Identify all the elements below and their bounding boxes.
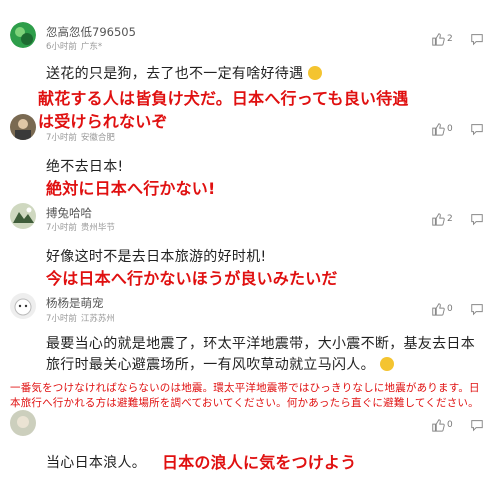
comment-text-content: 最要当心的就是地震了，环太平洋地震带，大小震不断，基友去日本旅行时最关心避震场所… (46, 336, 475, 373)
comment-location: 安徽合肥 (80, 133, 115, 143)
reply-icon[interactable] (470, 32, 484, 46)
like-button[interactable]: 2 (431, 212, 453, 226)
like-button[interactable]: 2 (431, 32, 453, 46)
comment-location: 江苏苏州 (80, 314, 115, 324)
translation: 絶対に日本へ行かない! (46, 179, 216, 198)
comment-location: 贵州毕节 (80, 223, 115, 233)
comment-text-wrap: 送花的只是狗，去了也不一定有啥好待遇 (46, 63, 323, 83)
avatar-image (10, 410, 36, 436)
thumbs-up-icon (432, 303, 445, 316)
comment-text: 送花的只是狗，去了也不一定有啥好待遇 (46, 66, 304, 82)
avatar-image (10, 293, 36, 319)
like-count: 2 (447, 34, 453, 44)
comment-text: 绝不去日本! (46, 159, 124, 175)
avatar[interactable] (10, 22, 36, 48)
like-count: 2 (447, 214, 453, 224)
comment-meta: 7小时前 安徽合肥 (46, 131, 115, 143)
grin-emoji-icon (308, 66, 323, 80)
avatar[interactable] (10, 203, 36, 229)
translation: 今は日本へ行かないほうが良いみたいだ (46, 269, 338, 288)
thumbs-up-icon (432, 419, 445, 432)
translation: 日本の浪人に気をつけよう (162, 453, 357, 472)
comment-text: 当心日本浪人。 (46, 455, 147, 471)
comment-time: 7小时前 (46, 223, 77, 233)
comment-time: 7小时前 (46, 314, 77, 324)
translation: 一番気をつけなければならないのは地震。環太平洋地震帯ではひっきりなしに地震があり… (10, 382, 480, 409)
avatar-image (10, 114, 36, 140)
like-button[interactable]: 0 (431, 122, 453, 136)
comment-meta: 7小时前 贵州毕节 (46, 221, 115, 233)
grin-emoji-icon (379, 357, 394, 371)
thumbs-up-icon (432, 123, 445, 136)
like-count: 0 (447, 420, 453, 430)
like-count: 0 (447, 124, 453, 134)
avatar[interactable] (10, 293, 36, 319)
comment-meta: 6小时前 广东* (46, 40, 102, 52)
reply-icon[interactable] (470, 418, 484, 432)
translation-line-1: 献花する人は皆負け犬だ。日本へ行っても良い待遇 (38, 89, 409, 108)
thumbs-up-icon (432, 33, 445, 46)
like-button[interactable]: 0 (431, 418, 453, 432)
reply-icon[interactable] (470, 302, 484, 316)
translation-line-2: は受けられないぞ (38, 112, 168, 131)
comment-text: 好像这时不是去日本旅游的好时机! (46, 249, 267, 265)
comment-time: 6小时前 (46, 42, 77, 52)
avatar[interactable] (10, 410, 36, 436)
avatar-image (10, 22, 36, 48)
thumbs-up-icon (432, 213, 445, 226)
reply-icon[interactable] (470, 122, 484, 136)
username[interactable]: 搏兔哈哈 (46, 205, 92, 221)
avatar[interactable] (10, 114, 36, 140)
comment-text: 最要当心的就是地震了，环太平洋地震带，大小震不断，基友去日本旅行时最关心避震场所… (46, 334, 478, 376)
username[interactable]: 忽高忽低796505 (46, 24, 136, 40)
username[interactable]: 杨杨是萌宠 (46, 295, 104, 311)
like-count: 0 (447, 304, 453, 314)
avatar-image (10, 203, 36, 229)
comment-time: 7小时前 (46, 133, 77, 143)
comment-meta: 7小时前 江苏苏州 (46, 312, 115, 324)
like-button[interactable]: 0 (431, 302, 453, 316)
reply-icon[interactable] (470, 212, 484, 226)
comment-location: 广东* (80, 42, 103, 52)
